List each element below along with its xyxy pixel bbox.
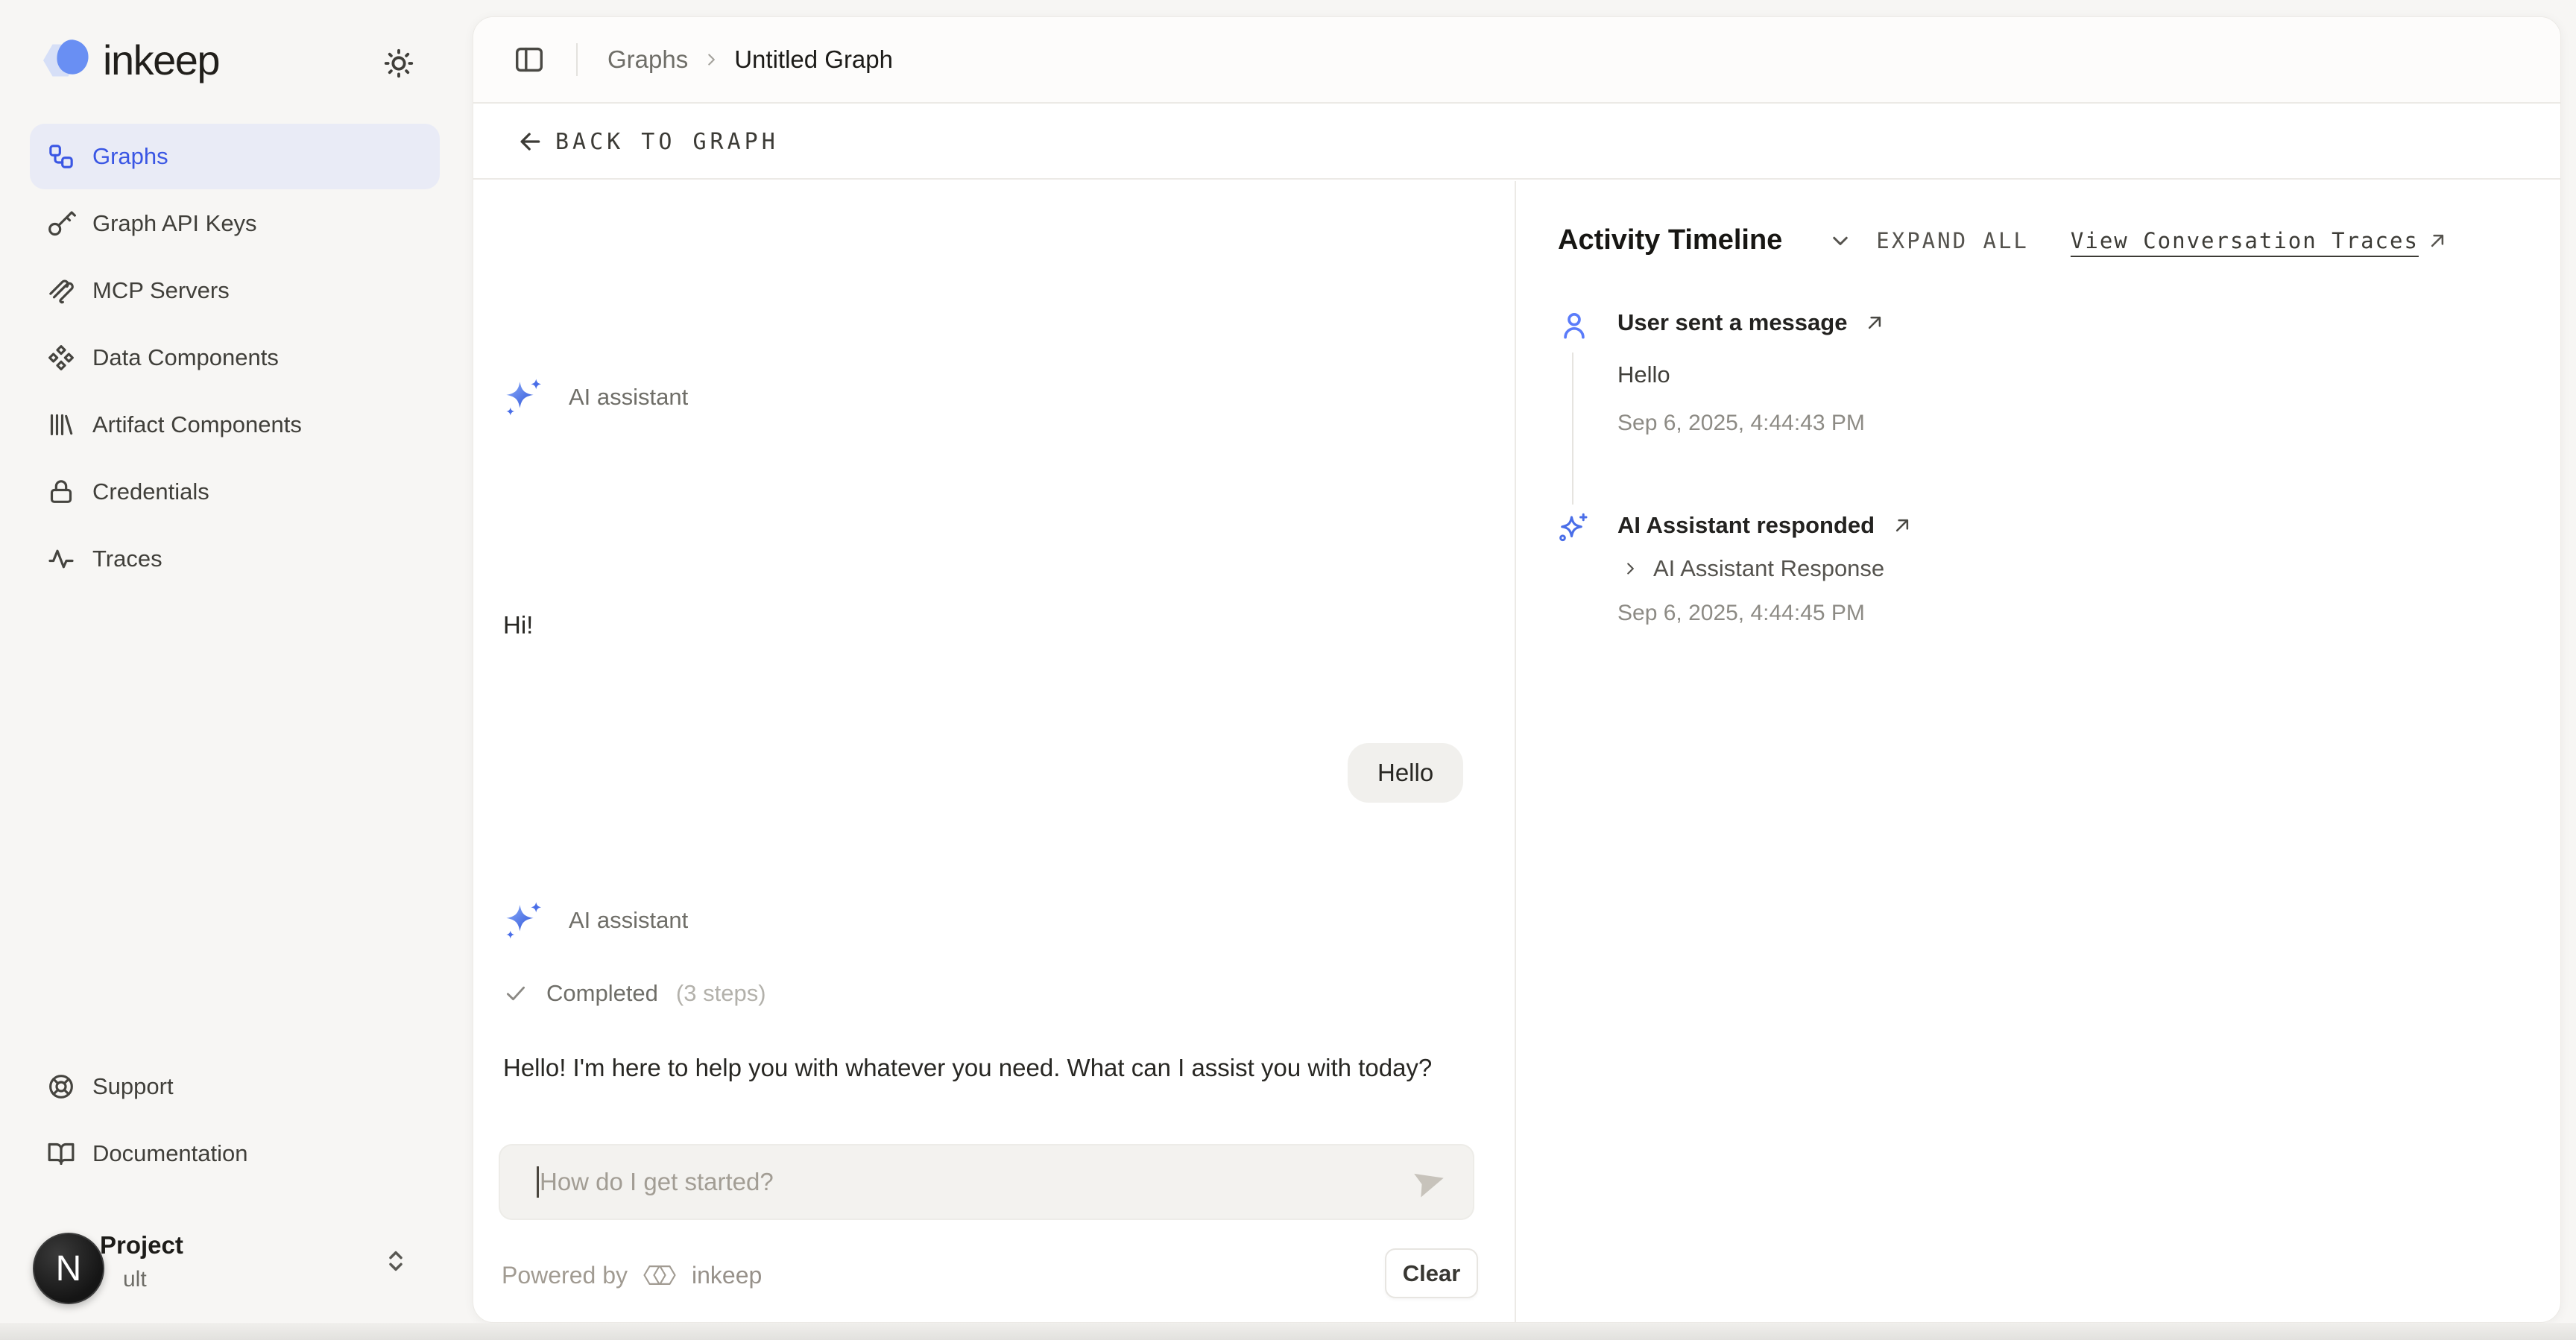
clear-button-label: Clear (1403, 1260, 1461, 1287)
page-header: Graphs Untitled Graph (473, 17, 2561, 104)
external-link-icon (2426, 230, 2449, 252)
powered-by[interactable]: Powered by inkeep (502, 1259, 762, 1292)
powered-brand-text: inkeep (692, 1262, 762, 1289)
sidebar-item-label: Documentation (92, 1140, 248, 1167)
send-icon[interactable] (1410, 1163, 1449, 1201)
workflow-icon (46, 142, 76, 171)
panel-left-icon[interactable] (512, 42, 546, 77)
view-conversation-traces-link[interactable]: View Conversation Traces (2071, 228, 2419, 253)
sidebar: inkeep Graphs (0, 0, 470, 1340)
activity-icon (46, 544, 76, 574)
back-to-graph-label: BACK TO GRAPH (555, 129, 779, 155)
breadcrumb-graphs[interactable]: Graphs (607, 45, 688, 74)
check-icon (503, 981, 528, 1006)
arrow-up-right-icon[interactable] (1863, 312, 1886, 334)
arrow-up-right-icon[interactable] (1891, 514, 1913, 537)
assistant-message-header: AI assistant (502, 376, 688, 419)
header-divider (576, 43, 578, 76)
component-icon (46, 343, 76, 373)
response-label: AI Assistant Response (1653, 555, 1884, 582)
sparkles-avatar-icon (502, 899, 545, 942)
status-steps: (3 steps) (676, 980, 766, 1007)
sidebar-item-label: Support (92, 1073, 174, 1100)
text-caret (537, 1166, 539, 1198)
avatar-letter: N (56, 1248, 82, 1289)
assistant-message-header: AI assistant (502, 899, 688, 942)
sidebar-item-traces[interactable]: Traces (30, 526, 440, 592)
lifebuoy-icon (46, 1072, 76, 1102)
project-subtitle: ult (123, 1267, 147, 1292)
sidebar-nav: Graphs Graph API Keys MCP Servers (30, 124, 440, 592)
assistant-label: AI assistant (569, 384, 688, 411)
chevrons-up-down-icon[interactable] (380, 1243, 411, 1279)
user-message-bubble: Hello (1348, 743, 1463, 803)
timeline-title: Activity Timeline (1558, 224, 1782, 256)
library-icon (46, 410, 76, 440)
sun-icon (382, 46, 416, 80)
chat-panel: AI assistant Hi! Hello AI assistant Comp… (473, 181, 1516, 1323)
event-title: User sent a message (1617, 309, 1847, 336)
back-to-graph-button[interactable]: BACK TO GRAPH (473, 105, 2561, 180)
book-open-icon (46, 1139, 76, 1169)
sidebar-item-label: Credentials (92, 478, 209, 505)
sidebar-item-data-components[interactable]: Data Components (30, 325, 440, 391)
sidebar-item-graphs[interactable]: Graphs (30, 124, 440, 189)
sidebar-item-artifact-components[interactable]: Artifact Components (30, 392, 440, 458)
sidebar-item-label: Graphs (92, 143, 168, 170)
arrow-left-icon (515, 127, 545, 157)
sidebar-item-label: Artifact Components (92, 411, 302, 438)
theme-toggle-button[interactable] (377, 42, 420, 85)
timeline-event: AI Assistant responded (1617, 512, 1913, 539)
timeline-header: Activity Timeline EXPAND ALL View Conver… (1558, 224, 2527, 256)
chevron-right-icon (1620, 559, 1640, 578)
sidebar-item-support[interactable]: Support (30, 1054, 440, 1119)
chat-input-container (499, 1144, 1474, 1220)
chat-input[interactable] (499, 1144, 1410, 1220)
inkeep-outline-icon (640, 1259, 680, 1292)
project-avatar[interactable]: N (33, 1233, 104, 1304)
breadcrumb-current: Untitled Graph (734, 45, 893, 74)
timeline-connector (1572, 353, 1573, 505)
inkeep-logo: inkeep (40, 36, 219, 84)
user-message-text: Hello (1377, 759, 1433, 787)
sidebar-item-graph-api-keys[interactable]: Graph API Keys (30, 191, 440, 256)
sidebar-item-label: Graph API Keys (92, 210, 257, 237)
assistant-message-1: Hi! (503, 611, 533, 639)
sidebar-item-label: Data Components (92, 344, 279, 371)
completion-status[interactable]: Completed (3 steps) (503, 980, 766, 1007)
lock-icon (46, 477, 76, 507)
logo-wordmark: inkeep (103, 36, 219, 84)
expand-all-button[interactable]: EXPAND ALL (1876, 228, 2029, 253)
sidebar-item-label: Traces (92, 546, 162, 572)
sidebar-item-documentation[interactable]: Documentation (30, 1121, 440, 1186)
sparkles-avatar-icon (502, 376, 545, 419)
activity-timeline-panel: Activity Timeline EXPAND ALL View Conver… (1516, 181, 2561, 1323)
timeline-event: User sent a message (1617, 309, 1886, 336)
event-body: Hello (1617, 361, 1670, 388)
sidebar-item-label: MCP Servers (92, 277, 230, 304)
event-timestamp: Sep 6, 2025, 4:44:43 PM (1617, 411, 1865, 436)
mcp-icon (46, 276, 76, 306)
assistant-message-2: Hello! I'm here to help you with whateve… (503, 1048, 1472, 1087)
powered-by-text: Powered by (502, 1262, 628, 1289)
bottom-strip (0, 1323, 2576, 1340)
key-icon (46, 209, 76, 238)
clear-button[interactable]: Clear (1385, 1248, 1478, 1298)
event-timestamp: Sep 6, 2025, 4:44:45 PM (1617, 601, 1865, 626)
event-title: AI Assistant responded (1617, 512, 1875, 539)
sparkles-icon (1555, 511, 1588, 543)
sidebar-item-credentials[interactable]: Credentials (30, 459, 440, 525)
project-name[interactable]: Project (100, 1231, 183, 1260)
main-panel: Graphs Untitled Graph BACK TO GRAPH (473, 16, 2561, 1323)
user-icon (1558, 309, 1591, 342)
sidebar-item-mcp-servers[interactable]: MCP Servers (30, 258, 440, 323)
sidebar-footer-nav: Support Documentation (30, 1054, 440, 1186)
chevron-down-icon[interactable] (1827, 227, 1854, 254)
status-label: Completed (546, 980, 658, 1007)
inkeep-logo-icon (40, 37, 92, 83)
response-expander[interactable]: AI Assistant Response (1620, 555, 1884, 582)
chevron-right-icon (701, 50, 721, 69)
assistant-label: AI assistant (569, 907, 688, 934)
